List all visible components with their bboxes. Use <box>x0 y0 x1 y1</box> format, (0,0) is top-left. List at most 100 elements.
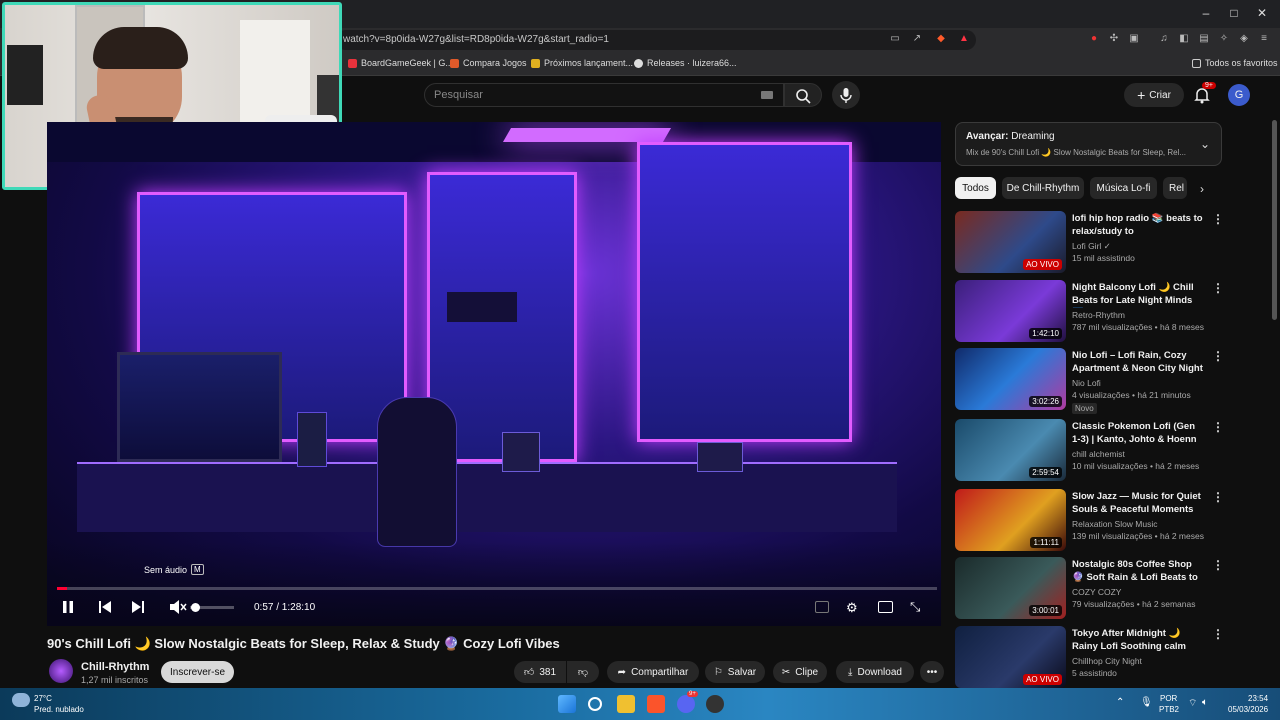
brave-browser-icon[interactable] <box>647 695 665 713</box>
pause-button[interactable] <box>60 599 76 615</box>
recommendation-channel[interactable]: Chillhop City Night <box>1072 656 1142 666</box>
download-button[interactable]: ⤓ Download <box>836 661 914 683</box>
screen-cast-icon[interactable]: ▭ <box>889 33 901 45</box>
lang-top[interactable]: POR <box>1160 694 1177 703</box>
window-close-button[interactable]: ✕ <box>1252 6 1272 20</box>
recommendation-thumbnail[interactable]: 2:59:54 <box>955 419 1066 481</box>
tray-chevron-up-icon[interactable]: ⌃ <box>1116 697 1124 708</box>
leo-ai-icon[interactable]: ✧ <box>1218 33 1230 45</box>
more-vertical-icon[interactable]: ⋮ <box>1212 281 1224 295</box>
previous-button[interactable] <box>97 600 113 614</box>
keyboard-icon[interactable] <box>761 91 773 99</box>
next-button[interactable] <box>130 600 146 614</box>
volume-icon[interactable]: 🔈︎ <box>1202 697 1208 708</box>
recommendation-title[interactable]: Tokyo After Midnight 🌙 Rainy Lofi Soothi… <box>1072 627 1206 654</box>
progress-bar[interactable] <box>57 587 937 590</box>
recommendation-channel[interactable]: Retro-Rhythm <box>1072 310 1125 320</box>
recommendation-thumbnail[interactable]: AO VIVO <box>955 626 1066 688</box>
recommendation-title[interactable]: Classic Pokemon Lofi (Gen 1-3) | Kanto, … <box>1072 420 1206 447</box>
create-button[interactable]: + Criar <box>1124 83 1184 107</box>
recommendation-channel[interactable]: Nio Lofi <box>1072 378 1101 388</box>
brave-rewards-icon[interactable]: ▲ <box>958 33 970 45</box>
bookmark-releases[interactable]: Releases · luizera66... <box>634 58 737 68</box>
clock-date[interactable]: 05/03/2026 <box>1228 705 1268 714</box>
more-vertical-icon[interactable]: ⋮ <box>1212 558 1224 572</box>
weather-cloud-icon[interactable] <box>12 693 30 707</box>
discord-icon[interactable]: 9+ <box>677 691 698 713</box>
all-favorites-folder[interactable]: Todos os favoritos <box>1192 58 1278 68</box>
file-explorer-icon[interactable] <box>617 695 635 713</box>
window-maximize-button[interactable]: □ <box>1224 6 1244 20</box>
recommendation-title[interactable]: Slow Jazz — Music for Quiet Souls & Peac… <box>1072 490 1206 516</box>
windows-start-icon[interactable] <box>558 695 576 713</box>
more-vertical-icon[interactable]: ⋮ <box>1212 212 1224 226</box>
reader-mode-icon[interactable]: ▣ <box>1128 33 1140 45</box>
recommendation-title[interactable]: lofi hip hop radio 📚 beats to relax/stud… <box>1072 212 1206 238</box>
theater-mode-icon[interactable] <box>878 601 893 613</box>
taskbar-search-icon[interactable] <box>588 697 602 711</box>
window-minimize-button[interactable]: – <box>1196 6 1216 20</box>
chips-next-chevron-icon[interactable]: › <box>1200 182 1204 196</box>
recommendation-thumbnail[interactable]: AO VIVO <box>955 211 1066 273</box>
chip-rel[interactable]: Rel <box>1163 177 1187 199</box>
wifi-icon[interactable]: ⌔ <box>1188 697 1197 710</box>
fullscreen-icon[interactable]: ⤡ <box>910 599 920 615</box>
recommendation-channel[interactable]: chill alchemist <box>1072 449 1125 459</box>
menu-icon[interactable]: ≡ <box>1258 33 1270 45</box>
more-vertical-icon[interactable]: ⋮ <box>1212 627 1224 641</box>
dislike-button[interactable]: 👎︎ <box>567 661 599 683</box>
recommendation-thumbnail[interactable]: 1:42:10 <box>955 280 1066 342</box>
more-vertical-icon[interactable]: ⋮ <box>1212 349 1224 363</box>
recommendation-title[interactable]: Nio Lofi – Lofi Rain, Cozy Apartment & N… <box>1072 349 1206 376</box>
weather-desc[interactable]: Pred. nublado <box>34 705 84 714</box>
recommendation-channel[interactable]: Relaxation Slow Music <box>1072 519 1158 529</box>
recommendation-thumbnail[interactable]: 3:02:26 <box>955 348 1066 410</box>
recommendation-channel[interactable]: Lofi Girl ✓ <box>1072 241 1111 252</box>
account-avatar[interactable]: G <box>1228 84 1250 106</box>
voice-search-button[interactable] <box>832 81 860 109</box>
vpn-icon[interactable]: ◈ <box>1238 33 1250 45</box>
sidebar-toggle-icon[interactable]: ◧ <box>1178 33 1190 45</box>
tray-microphone-icon[interactable]: 🎙︎ <box>1140 697 1153 708</box>
bookmark-compara-jogos[interactable]: Compara Jogos <box>450 58 527 68</box>
mute-button[interactable] <box>169 600 187 614</box>
chip-todos[interactable]: Todos <box>955 177 996 199</box>
channel-avatar[interactable] <box>49 659 73 683</box>
recommendation-channel[interactable]: COZY COZY <box>1072 587 1121 597</box>
share-page-icon[interactable]: ↗ <box>911 33 923 45</box>
weather-temp[interactable]: 27°C <box>34 694 52 703</box>
more-vertical-icon[interactable]: ⋮ <box>1212 490 1224 504</box>
share-button[interactable]: ➦ Compartilhar <box>607 661 699 683</box>
volume-slider-handle[interactable] <box>191 603 200 612</box>
clock-time[interactable]: 23:54 <box>1248 694 1268 703</box>
bookmark-boardgamegeek[interactable]: BoardGameGeek | G... <box>348 58 453 68</box>
more-vertical-icon[interactable]: ⋮ <box>1212 420 1224 434</box>
steam-icon[interactable] <box>706 695 724 713</box>
media-control-icon[interactable]: ♫ <box>1158 33 1170 45</box>
more-actions-button[interactable]: ••• <box>920 661 944 683</box>
clip-button[interactable]: ✂ Clipe <box>773 661 827 683</box>
lang-bottom[interactable]: PTB2 <box>1159 705 1179 714</box>
recommendation-title[interactable]: Night Balcony Lofi 🌙 Chill Beats for Lat… <box>1072 281 1206 308</box>
chevron-down-icon[interactable]: ⌄ <box>1200 137 1210 151</box>
like-button[interactable]: 👍︎ 381 <box>514 661 566 683</box>
recommendation-title[interactable]: Nostalgic 80s Coffee Shop 🔮 Soft Rain & … <box>1072 558 1206 585</box>
extensions-icon[interactable]: ✣ <box>1108 33 1120 45</box>
recommendation-thumbnail[interactable]: 1:11:11 <box>955 489 1066 551</box>
chip-de-chill-rhythm[interactable]: De Chill-Rhythm <box>1002 177 1084 199</box>
settings-gear-icon[interactable]: ⚙ <box>846 600 858 616</box>
subscribe-button[interactable]: Inscrever-se <box>161 661 234 683</box>
wallet-icon[interactable]: ▤ <box>1198 33 1210 45</box>
extension-record-icon[interactable]: ● <box>1088 33 1100 45</box>
video-player[interactable] <box>47 122 941 626</box>
channel-name[interactable]: Chill-Rhythm <box>81 661 149 673</box>
up-next-panel[interactable]: Avançar: Dreaming Mix de 90's Chill Lofi… <box>955 122 1222 166</box>
chip-musica-lofi[interactable]: Música Lo-fi <box>1090 177 1157 199</box>
bookmark-proximos-lancamentos[interactable]: Próximos lançament... <box>531 58 633 68</box>
search-button[interactable] <box>784 83 822 107</box>
brave-shield-icon[interactable]: ◆ <box>935 33 947 45</box>
save-button[interactable]: ⚐ Salvar <box>705 661 765 683</box>
page-scrollbar[interactable] <box>1272 120 1277 320</box>
notifications-button[interactable]: 9+ <box>1192 82 1216 105</box>
subtitles-icon[interactable] <box>815 601 829 613</box>
